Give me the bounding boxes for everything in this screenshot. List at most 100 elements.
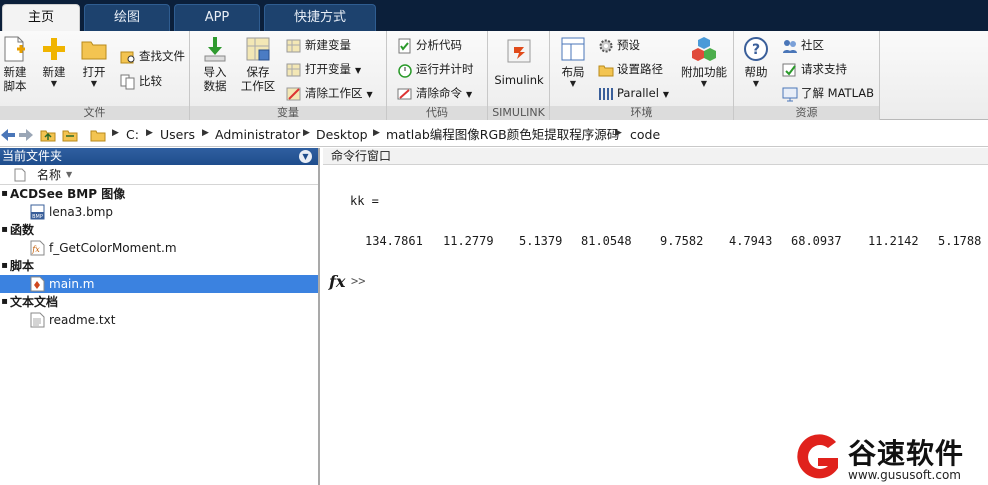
- tab-home[interactable]: 主页: [2, 4, 80, 31]
- save-workspace-icon: [246, 37, 270, 61]
- import-data-button[interactable]: 导入 数据: [200, 35, 230, 93]
- current-folder-title: 当前文件夹: [2, 149, 63, 163]
- breadcrumb-administrator[interactable]: Administrator: [215, 127, 300, 143]
- sort-down-icon: ▼: [66, 170, 73, 179]
- layout-button[interactable]: 布局 ▼: [558, 35, 588, 89]
- script-icon: [30, 276, 45, 292]
- collapse-icon[interactable]: ▪: [0, 293, 9, 311]
- collapse-icon[interactable]: ▪: [0, 221, 9, 239]
- command-window-header: 命令行窗口: [323, 148, 988, 165]
- browse-folder-icon[interactable]: [62, 127, 78, 143]
- addons-button[interactable]: 附加功能 ▼: [680, 35, 728, 89]
- group-label-environment: 环境: [550, 106, 733, 120]
- chevron-down-icon: ▼: [90, 79, 98, 88]
- run-and-time-icon: [398, 63, 412, 78]
- function-browser-icon[interactable]: fx: [329, 272, 345, 291]
- find-files-button[interactable]: 查找文件: [120, 46, 185, 66]
- watermark-brand: 谷速软件: [848, 437, 965, 470]
- chevron-down-icon: ▼: [50, 79, 58, 88]
- bmp-icon: BMP: [30, 204, 45, 220]
- new-variable-icon: [286, 39, 301, 52]
- set-path-button[interactable]: 设置路径: [598, 59, 663, 79]
- open-button[interactable]: 打开 ▼: [78, 35, 110, 89]
- open-variable-button[interactable]: 打开变量 ▼: [286, 59, 361, 79]
- new-script-icon: [4, 36, 25, 62]
- folder-icon: [90, 130, 106, 142]
- svg-text:BMP: BMP: [32, 214, 43, 220]
- request-support-label: 请求支持: [801, 62, 847, 76]
- chevron-down-icon: ▼: [662, 90, 670, 99]
- back-arrow-icon[interactable]: [0, 127, 16, 143]
- run-and-time-label: 运行并计时: [416, 62, 474, 76]
- svg-text:fx: fx: [31, 245, 40, 254]
- tab-apps[interactable]: APP: [174, 4, 260, 31]
- analyze-code-button[interactable]: 分析代码: [397, 35, 462, 55]
- help-button[interactable]: ? 帮助 ▼: [740, 35, 772, 89]
- addons-label: 附加功能: [681, 65, 727, 79]
- clear-workspace-button[interactable]: 清除工作区 ▼: [286, 83, 373, 103]
- group-simulink: Simulink SIMULINK: [488, 31, 550, 120]
- file-row[interactable]: BMP lena3.bmp: [0, 203, 318, 221]
- community-button[interactable]: 社区: [782, 35, 824, 55]
- forward-arrow-icon[interactable]: [18, 127, 34, 143]
- simulink-icon: [507, 39, 531, 63]
- addons-icon: [692, 37, 716, 61]
- save-workspace-button[interactable]: 保存 工作区: [238, 35, 278, 93]
- panel-actions-icon[interactable]: ▼: [299, 150, 312, 163]
- output-value: 11.2779: [443, 234, 494, 248]
- svg-text:?: ?: [752, 42, 760, 58]
- address-bar: ▶ C: ▶ Users ▶ Administrator ▶ Desktop ▶…: [0, 123, 988, 147]
- set-path-label: 设置路径: [617, 62, 663, 76]
- breadcrumb-desktop[interactable]: Desktop: [316, 127, 368, 143]
- compare-icon: [120, 74, 135, 89]
- learn-matlab-label: 了解 MATLAB: [801, 86, 875, 100]
- new-button[interactable]: 新建 ▼: [38, 35, 70, 89]
- run-and-time-button[interactable]: 运行并计时: [397, 59, 474, 79]
- tab-shortcuts[interactable]: 快捷方式: [264, 4, 376, 31]
- up-folder-icon[interactable]: [40, 127, 56, 143]
- chevron-right-icon: ▶: [202, 128, 209, 138]
- file-row-selected[interactable]: main.m: [0, 275, 318, 293]
- clear-commands-button[interactable]: 清除命令 ▼: [397, 83, 472, 103]
- file-row[interactable]: fx f_GetColorMoment.m: [0, 239, 318, 257]
- tree-group-bmp[interactable]: ▪ ACDSee BMP 图像: [0, 185, 318, 203]
- chevron-right-icon: ▶: [146, 128, 153, 138]
- breadcrumb-drive[interactable]: C:: [126, 127, 139, 143]
- column-header[interactable]: 名称 ▼: [0, 165, 318, 185]
- chevron-right-icon: ▶: [112, 128, 119, 138]
- new-script-button[interactable]: 新建 脚本: [0, 35, 30, 93]
- simulink-button[interactable]: Simulink: [494, 37, 544, 87]
- command-prompt[interactable]: >>: [351, 274, 365, 288]
- learn-matlab-icon: [782, 87, 798, 101]
- collapse-icon[interactable]: ▪: [0, 185, 9, 203]
- text-file-icon: [30, 312, 45, 328]
- breadcrumb-project-folder[interactable]: matlab编程图像RGB颜色矩提取程序源码: [386, 127, 619, 143]
- collapse-icon[interactable]: ▪: [0, 257, 9, 275]
- breadcrumb-users[interactable]: Users: [160, 127, 195, 143]
- output-value: 68.0937: [791, 234, 842, 248]
- toolstrip-ribbon: 新建 脚本 新建 ▼ 打开 ▼ 查找文件 比较 文件 导入 数据 保存 工作区 …: [0, 31, 988, 120]
- tab-plots[interactable]: 绘图: [84, 4, 170, 31]
- group-label-code: 代码: [387, 106, 487, 120]
- file-type-column-icon: [14, 168, 26, 182]
- help-label: 帮助: [744, 65, 768, 79]
- tree-group-scripts[interactable]: ▪ 脚本: [0, 257, 318, 275]
- breadcrumb-code[interactable]: code: [630, 127, 660, 143]
- compare-button[interactable]: 比较: [120, 71, 162, 91]
- group-resources: ? 帮助 ▼ 社区 请求支持 了解 MATLAB 资源: [734, 31, 880, 120]
- open-label: 打开: [82, 65, 106, 79]
- tree-group-functions[interactable]: ▪ 函数: [0, 221, 318, 239]
- compare-label: 比较: [139, 74, 162, 88]
- file-row[interactable]: readme.txt: [0, 311, 318, 329]
- preferences-button[interactable]: 预设: [598, 35, 640, 55]
- clear-workspace-label: 清除工作区: [305, 86, 363, 100]
- set-path-icon: [598, 65, 614, 76]
- learn-matlab-button[interactable]: 了解 MATLAB: [782, 83, 874, 103]
- community-icon: [783, 39, 797, 53]
- watermark-g-logo-icon: [797, 434, 838, 479]
- parallel-button[interactable]: Parallel ▼: [598, 83, 669, 103]
- new-variable-button[interactable]: 新建变量: [286, 35, 351, 55]
- request-support-button[interactable]: 请求支持: [782, 59, 847, 79]
- chevron-right-icon: ▶: [615, 128, 622, 138]
- tree-group-text[interactable]: ▪ 文本文档: [0, 293, 318, 311]
